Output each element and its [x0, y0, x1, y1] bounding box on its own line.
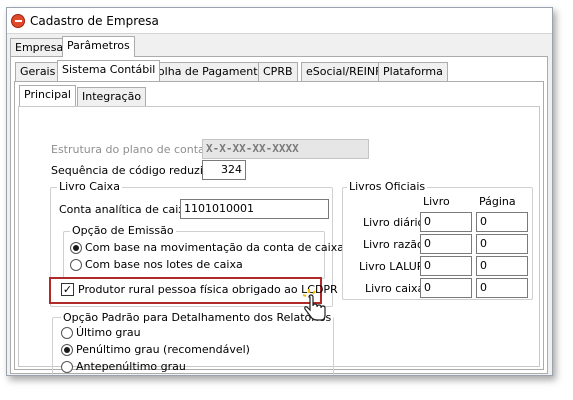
livros-oficiais-title: Livros Oficiais — [347, 180, 428, 193]
livro-razao-pagina-field[interactable]: 0 — [476, 234, 528, 254]
tab-parametros[interactable]: Parâmetros — [62, 36, 135, 57]
livro-lalur-pagina-field[interactable]: 0 — [476, 256, 528, 276]
opcao-emissao-title: Opção de Emissão — [70, 224, 176, 237]
livro-razao-livro-field[interactable]: 0 — [420, 234, 472, 254]
radio-lotes-label[interactable]: Com base nos lotes de caixa — [85, 258, 243, 271]
radio-antepenultimo-grau-label[interactable]: Antepenúltimo grau — [76, 360, 186, 373]
radio-penultimo-grau[interactable] — [61, 344, 73, 356]
radio-ultimo-grau-label[interactable]: Último grau — [76, 326, 141, 339]
tab-empresa[interactable]: Empresa — [10, 38, 69, 58]
livro-caixa-row-label: Livro caixa — [365, 282, 425, 295]
tab-gerais[interactable]: Gerais — [15, 62, 61, 82]
produtor-label[interactable]: Produtor rural pessoa física obrigado ao… — [78, 283, 338, 296]
sequencia-label: Sequência de código reduzido — [51, 164, 217, 177]
conta-analitica-field[interactable]: 1101010001 — [180, 199, 329, 219]
title-bar: Cadastro de Empresa — [7, 8, 552, 34]
tab-sistema-contabil[interactable]: Sistema Contábil — [57, 60, 161, 81]
tab-principal[interactable]: Principal — [19, 85, 76, 106]
opcao-emissao-group: Opção de Emissão — [63, 224, 325, 279]
hand-pointer-icon — [302, 289, 326, 321]
radio-penultimo-grau-label[interactable]: Penúltimo grau (recomendável) — [76, 343, 250, 356]
livro-diario-livro-field[interactable]: 0 — [420, 212, 472, 232]
sequencia-field[interactable]: 324 — [202, 160, 246, 180]
estrutura-label: Estrutura do plano de contas — [51, 143, 211, 156]
radio-antepenultimo-grau[interactable] — [61, 361, 73, 373]
window: Cadastro de Empresa Empresa Parâmetros G… — [6, 7, 553, 376]
livro-lalur-livro-field[interactable]: 0 — [420, 256, 472, 276]
radio-movimentacao-label[interactable]: Com base na movimentação da conta de cai… — [85, 241, 344, 254]
tab-esocial-reinf[interactable]: eSocial/REINF — [301, 62, 387, 82]
tab-folha-de-pagamento[interactable]: Folha de Pagamento — [147, 62, 270, 82]
livro-razao-label: Livro razão — [363, 238, 424, 251]
opcao-padrao-title: Opção Padrão para Detalhamento dos Relat… — [61, 311, 334, 324]
estrutura-field: X-X-XX-XX-XXXX — [202, 139, 369, 159]
window-title: Cadastro de Empresa — [30, 14, 159, 28]
produtor-checkbox[interactable]: ✓ — [61, 283, 74, 296]
col-livro-header: Livro — [423, 195, 450, 208]
livro-caixa-title: Livro Caixa — [57, 180, 122, 193]
principal-panel: Estrutura do plano de contas X-X-XX-XX-X… — [18, 106, 540, 375]
livro-lalur-label: Livro LALUR — [359, 260, 425, 273]
parametros-panel: Gerais Sistema Contábil Folha de Pagamen… — [10, 56, 548, 375]
sistema-contabil-panel: Principal Integração Estrutura do plano … — [14, 81, 544, 375]
radio-lotes[interactable] — [70, 259, 82, 271]
tab-cprb[interactable]: CPRB — [258, 62, 298, 82]
radio-movimentacao[interactable] — [70, 242, 82, 254]
conta-analitica-label: Conta analítica de caixa — [59, 203, 192, 216]
livro-caixa-livro-field[interactable]: 0 — [420, 278, 472, 298]
livro-diario-pagina-field[interactable]: 0 — [476, 212, 528, 232]
livro-caixa-pagina-field[interactable]: 0 — [476, 278, 528, 298]
tab-integracao[interactable]: Integração — [77, 87, 147, 107]
livro-diario-label: Livro diário — [363, 216, 425, 229]
app-logo-icon — [11, 14, 25, 28]
col-pagina-header: Página — [479, 195, 516, 208]
radio-ultimo-grau[interactable] — [61, 327, 73, 339]
tab-plataforma[interactable]: Plataforma — [378, 62, 448, 82]
